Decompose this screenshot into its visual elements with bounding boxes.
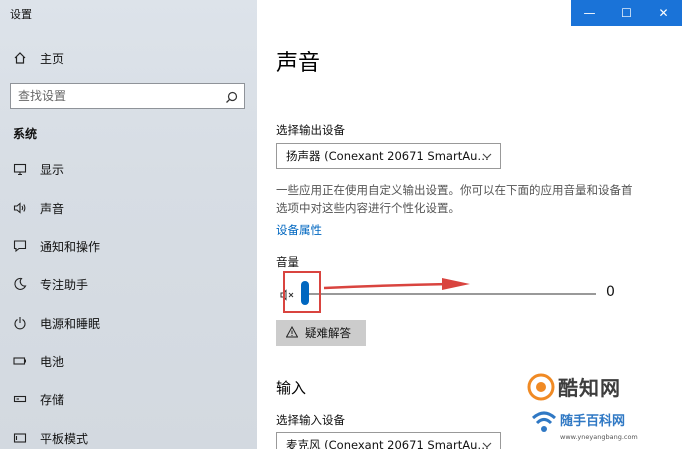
tablet-icon [13, 431, 27, 445]
highlight-box [283, 271, 321, 313]
power-icon [13, 316, 27, 330]
sidebar-item-label: 主页 [40, 51, 65, 66]
watermark: 酷知网 随手百科网 www.yneyangbang.com [518, 370, 682, 449]
sidebar-item-home[interactable]: 主页 [0, 43, 257, 73]
sidebar-item-focus-assist[interactable]: 专注助手 [0, 269, 257, 299]
monitor-icon [13, 162, 27, 176]
chevron-down-icon [481, 150, 493, 165]
red-arrow-icon [323, 278, 470, 290]
sidebar-item-label: 存储 [40, 392, 65, 407]
close-button[interactable]: ✕ [645, 0, 682, 26]
input-device-value: 麦克风 (Conexant 20671 SmartAu… [286, 438, 489, 449]
sidebar-item-label: 通知和操作 [40, 239, 101, 254]
troubleshoot-button[interactable]: 疑难解答 [276, 320, 366, 346]
sidebar-item-label: 平板模式 [40, 431, 89, 446]
watermark-url: www.yneyangbang.com [560, 433, 638, 441]
battery-icon [13, 354, 27, 368]
sidebar-item-label: 电池 [40, 354, 65, 369]
input-device-label: 选择输入设备 [276, 413, 345, 427]
sidebar-item-label: 声音 [40, 201, 65, 216]
watermark-site: 随手百科网 [560, 414, 626, 429]
brand-logo-icon [527, 373, 555, 401]
device-properties-link[interactable]: 设备属性 [276, 222, 322, 238]
page-title: 声音 [276, 51, 321, 76]
output-device-label: 选择输出设备 [276, 123, 345, 137]
sidebar-item-label: 专注助手 [40, 277, 89, 292]
maximize-button[interactable]: ☐ [608, 0, 645, 26]
sidebar-item-display[interactable]: 显示 [0, 154, 257, 184]
chevron-down-icon [481, 439, 493, 449]
minimize-button[interactable]: — [571, 0, 608, 26]
warning-icon [285, 325, 299, 341]
storage-icon [13, 392, 27, 406]
sidebar-section-title: 系统 [13, 127, 38, 141]
troubleshoot-label: 疑难解答 [305, 326, 351, 340]
sidebar-item-label: 显示 [40, 162, 65, 177]
watermark-brand: 酷知网 [558, 376, 621, 400]
sidebar-item-sound[interactable]: 声音 [0, 193, 257, 223]
search-icon[interactable] [225, 89, 238, 108]
output-device-select[interactable]: 扬声器 (Conexant 20671 SmartAu… [276, 143, 501, 169]
volume-label: 音量 [276, 255, 299, 269]
sidebar-item-storage[interactable]: 存储 [0, 384, 257, 414]
output-device-value: 扬声器 (Conexant 20671 SmartAu… [286, 149, 489, 163]
volume-value: 0 [606, 284, 615, 300]
speaker-icon [13, 201, 27, 215]
app-title: 设置 [10, 8, 32, 21]
sidebar-item-label: 电源和睡眠 [40, 316, 101, 331]
sidebar-item-battery[interactable]: 电池 [0, 346, 257, 376]
input-section-title: 输入 [276, 379, 307, 397]
sidebar: 设置 主页 系统 显示 声音 通知和操作 专注助手 [0, 0, 257, 449]
moon-icon [13, 277, 27, 291]
sidebar-item-notifications[interactable]: 通知和操作 [0, 231, 257, 261]
search-box[interactable] [10, 83, 245, 109]
sidebar-item-tablet-mode[interactable]: 平板模式 [0, 423, 257, 449]
output-description: 一些应用正在使用自定义输出设置。你可以在下面的应用音量和设备首选项中对这些内容进… [276, 183, 633, 215]
search-input[interactable] [11, 89, 211, 103]
wifi-logo-icon [531, 411, 557, 432]
home-icon [13, 51, 27, 65]
window-controls: — ☐ ✕ [571, 0, 682, 26]
sidebar-item-power-sleep[interactable]: 电源和睡眠 [0, 308, 257, 338]
notification-icon [13, 239, 27, 253]
input-device-select[interactable]: 麦克风 (Conexant 20671 SmartAu… [276, 432, 501, 449]
